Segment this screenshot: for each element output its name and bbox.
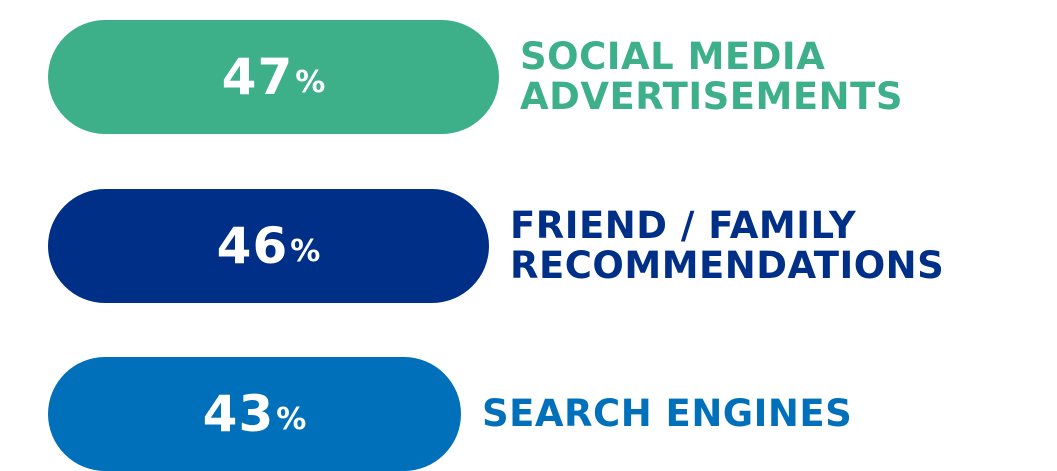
bar-pill: 43% <box>48 357 461 471</box>
bar-pill: 47% <box>48 20 499 134</box>
category-label: SEARCH ENGINES <box>482 357 852 471</box>
category-label: SOCIAL MEDIA ADVERTISEMENTS <box>520 20 903 134</box>
percent-sign: % <box>276 402 307 437</box>
bar-value-label: 43 <box>202 385 275 443</box>
category-label: FRIEND / FAMILY RECOMMENDATIONS <box>510 189 944 303</box>
bar-value-label: 47 <box>221 48 294 106</box>
category-label-line: RECOMMENDATIONS <box>510 244 945 287</box>
category-label-line: SEARCH ENGINES <box>482 392 853 435</box>
category-label-line: FRIEND / FAMILY <box>510 204 857 247</box>
percent-sign: % <box>295 65 326 100</box>
percent-sign: % <box>290 234 321 269</box>
bar-value-label: 46 <box>216 217 289 275</box>
category-label-line: SOCIAL MEDIA <box>520 35 826 78</box>
bar-pill: 46% <box>48 189 489 303</box>
category-label-line: ADVERTISEMENTS <box>520 75 903 118</box>
